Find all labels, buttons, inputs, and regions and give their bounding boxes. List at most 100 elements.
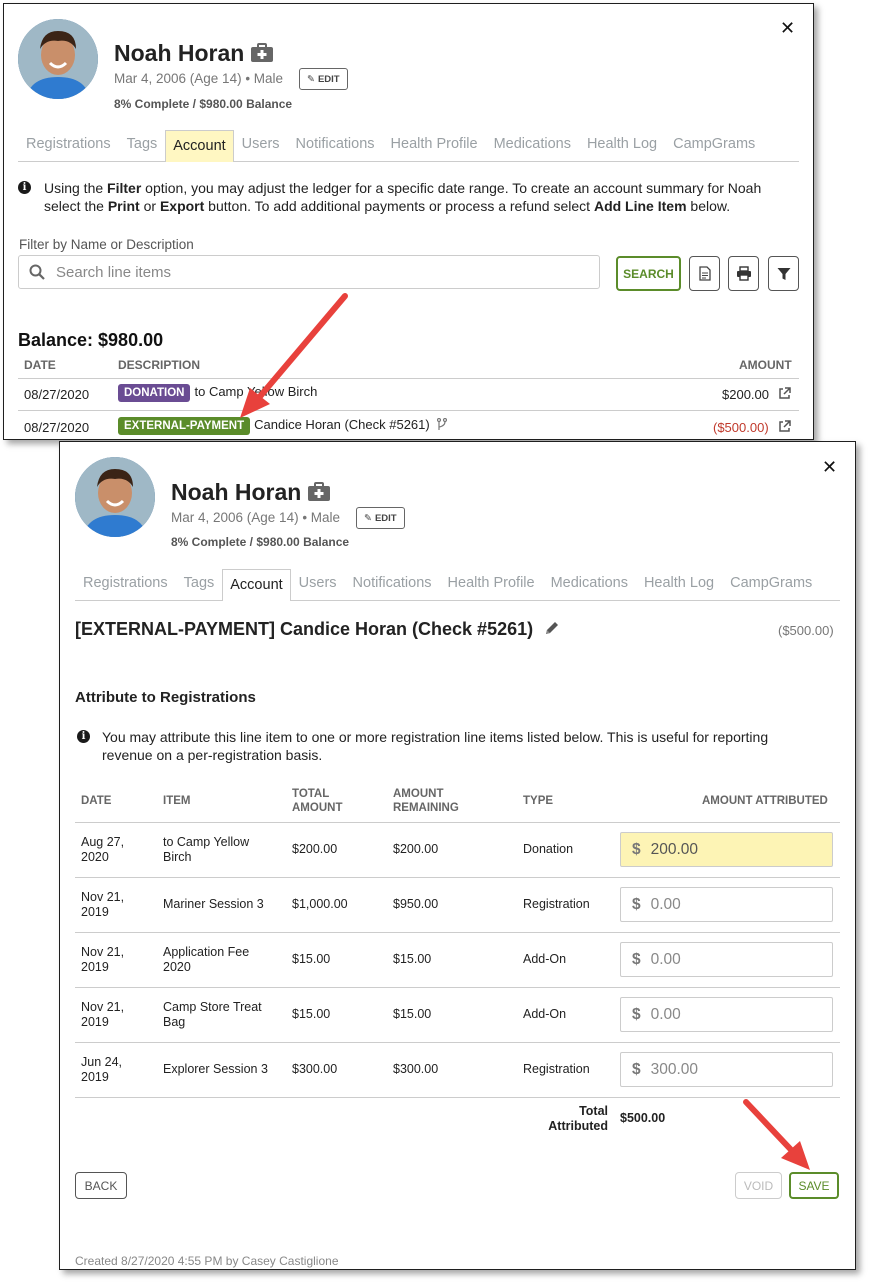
row-type: Registration [523, 897, 590, 911]
amount-attributed-input[interactable]: $200.00 [620, 832, 833, 867]
donation-badge: DONATION [118, 384, 191, 402]
external-link-icon[interactable] [778, 387, 791, 400]
balance-heading: Balance: $980.00 [18, 330, 164, 350]
tab-health-log[interactable]: Health Log [636, 575, 722, 600]
tab-account[interactable]: Account [165, 130, 234, 162]
search-input[interactable] [54, 262, 574, 282]
row-remaining: $15.00 [393, 952, 432, 966]
tab-users[interactable]: Users [234, 136, 288, 161]
avatar-photo-icon [75, 457, 155, 537]
account-ledger-panel: ✕ Noah Horan Mar 4, 2006 (Age 14) • Male… [3, 3, 814, 440]
line-item-amount: ($500.00) [778, 623, 834, 638]
search-field[interactable] [18, 255, 600, 289]
row-date: Nov 21, 2019 [81, 890, 125, 919]
divider [75, 932, 840, 933]
close-icon[interactable]: ✕ [822, 457, 837, 478]
tab-tags[interactable]: Tags [119, 136, 166, 161]
divider [75, 822, 840, 823]
pencil-icon: ✎ [307, 73, 315, 85]
created-info: Created 8/27/2020 4:55 PM by Casey Casti… [75, 1254, 339, 1268]
tab-campgrams[interactable]: CampGrams [665, 136, 763, 161]
row-type: Registration [523, 1062, 590, 1076]
row-amount: ($500.00) [713, 420, 769, 435]
col-amount-attributed: AMOUNT ATTRIBUTED [702, 795, 828, 807]
line-item-title: [EXTERNAL-PAYMENT] Candice Horan (Check … [75, 619, 560, 640]
row-remaining: $15.00 [393, 1007, 432, 1021]
dollar-icon: $ [632, 895, 641, 913]
export-button[interactable] [689, 256, 720, 291]
amount-attributed-input[interactable]: $300.00 [620, 1052, 833, 1087]
edit-label: EDIT [317, 73, 340, 85]
row-date: 08/27/2020 [24, 387, 90, 402]
row-item: to Camp Yellow Birch [163, 835, 250, 864]
row-date: Aug 27, 2020 [81, 835, 125, 864]
avatar [18, 19, 98, 99]
divider [18, 410, 799, 411]
row-description: EXTERNAL-PAYMENT Candice Horan (Check #52… [118, 417, 448, 435]
profile-name: Noah Horan [114, 40, 245, 66]
tab-health-log[interactable]: Health Log [579, 136, 665, 161]
tab-medications[interactable]: Medications [543, 575, 636, 600]
divider [75, 877, 840, 878]
tab-health-profile[interactable]: Health Profile [383, 136, 486, 161]
row-item: Explorer Session 3 [163, 1062, 268, 1076]
col-date: DATE [81, 795, 112, 807]
tab-registrations[interactable]: Registrations [18, 136, 119, 161]
row-type: Add-On [523, 1007, 567, 1021]
row-total: $300.00 [292, 1062, 338, 1076]
ledger-info-text: Using the Filter option, you may adjust … [44, 180, 762, 214]
avatar-photo-icon [18, 19, 98, 99]
search-button[interactable]: SEARCH [616, 256, 681, 291]
row-remaining: $200.00 [393, 842, 439, 856]
document-icon [698, 266, 711, 281]
filter-icon [777, 267, 790, 280]
void-button[interactable]: VOID [735, 1172, 782, 1199]
row-date: Nov 21, 2019 [81, 1000, 125, 1029]
line-item-detail-panel: ✕ Noah Horan Mar 4, 2006 (Age 14) • Male… [59, 441, 856, 1270]
close-icon[interactable]: ✕ [780, 18, 795, 39]
avatar [75, 457, 155, 537]
tab-registrations[interactable]: Registrations [75, 575, 176, 600]
row-date: Jun 24, 2019 [81, 1055, 123, 1084]
medical-kit-icon[interactable] [307, 482, 331, 502]
tab-health-profile[interactable]: Health Profile [440, 575, 543, 600]
info-icon: i [18, 181, 31, 194]
row-total: $1,000.00 [292, 897, 348, 911]
row-item: Mariner Session 3 [163, 897, 264, 911]
col-item: ITEM [163, 795, 191, 807]
tab-campgrams[interactable]: CampGrams [722, 575, 820, 600]
tab-notifications[interactable]: Notifications [345, 575, 440, 600]
amount-attributed-input[interactable]: $0.00 [620, 887, 833, 922]
attribute-info-text: You may attribute this line item to one … [102, 729, 769, 763]
edit-profile-button[interactable]: ✎ EDIT [299, 68, 348, 90]
profile-name: Noah Horan [171, 479, 302, 505]
save-button[interactable]: SAVE [789, 1172, 839, 1199]
printer-icon [736, 266, 751, 281]
back-button[interactable]: BACK [75, 1172, 127, 1199]
print-button[interactable] [728, 256, 759, 291]
profile-dob: Mar 4, 2006 (Age 14) • Male [171, 510, 341, 525]
profile-progress: 8% Complete / $980.00 Balance [171, 535, 350, 549]
split-icon [437, 417, 448, 430]
amount-attributed-input[interactable]: $0.00 [620, 997, 833, 1032]
external-payment-badge: EXTERNAL-PAYMENT [118, 417, 251, 435]
tab-medications[interactable]: Medications [486, 136, 579, 161]
divider [18, 378, 799, 379]
edit-profile-button[interactable]: ✎ EDIT [356, 507, 405, 529]
tab-users[interactable]: Users [291, 575, 345, 600]
total-attributed-value: $500.00 [620, 1111, 666, 1125]
amount-attributed-input[interactable]: $0.00 [620, 942, 833, 977]
medical-kit-icon[interactable] [250, 43, 274, 63]
col-type: TYPE [523, 795, 554, 807]
tab-account[interactable]: Account [222, 569, 291, 601]
filter-button[interactable] [768, 256, 799, 291]
tab-tags[interactable]: Tags [176, 575, 223, 600]
row-total: $15.00 [292, 1007, 331, 1021]
pencil-icon: ✎ [364, 512, 372, 524]
pencil-icon[interactable] [544, 620, 560, 636]
profile-progress: 8% Complete / $980.00 Balance [114, 97, 293, 111]
tab-notifications[interactable]: Notifications [288, 136, 383, 161]
external-link-icon[interactable] [778, 420, 791, 433]
row-amount: $200.00 [722, 387, 769, 402]
dollar-icon: $ [632, 1060, 641, 1078]
